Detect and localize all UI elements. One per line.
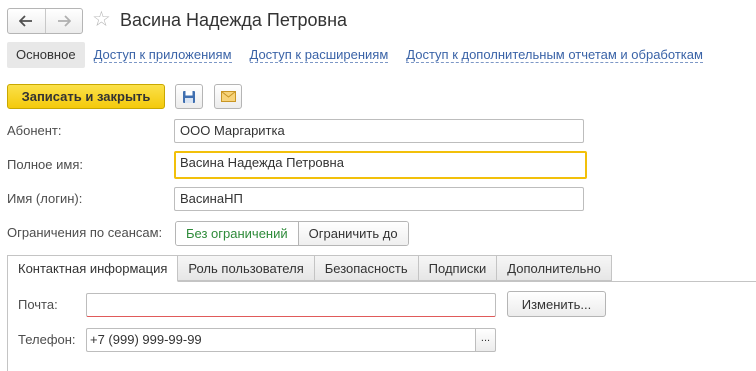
subscriber-label: Абонент: [7, 123, 62, 138]
tab-app-access-label: Доступ к приложениям [93, 47, 232, 63]
full-name-label: Полное имя: [7, 157, 83, 172]
change-email-button[interactable]: Изменить... [507, 291, 606, 317]
email-label: Почта: [18, 297, 58, 312]
back-button[interactable] [8, 9, 45, 33]
favorite-star-icon[interactable]: ☆ [92, 8, 111, 32]
user-card-window: ☆ Васина Надежда Петровна Основное Досту… [0, 0, 756, 371]
email-field[interactable] [86, 293, 496, 317]
tab-app-access[interactable]: Доступ к приложениям [85, 42, 241, 68]
limit-until-option[interactable]: Ограничить до [297, 222, 408, 245]
section-links: Основное Доступ к приложениям Доступ к р… [7, 42, 712, 68]
tab-additional[interactable]: Дополнительно [497, 255, 612, 281]
tab-user-role[interactable]: Роль пользователя [178, 255, 315, 281]
sessions-label: Ограничения по сеансам: [7, 225, 163, 240]
tab-main[interactable]: Основное [7, 42, 85, 68]
floppy-disk-icon [183, 90, 195, 103]
phone-label: Телефон: [18, 332, 76, 347]
tab-reports-access-label: Доступ к дополнительным отчетам и обрабо… [406, 47, 703, 63]
arrow-right-icon [57, 15, 71, 27]
navigation-buttons [7, 8, 83, 34]
envelope-icon [220, 91, 236, 102]
arrow-left-icon [19, 15, 33, 27]
phone-field[interactable]: +7 (999) 999-99-99 [86, 328, 475, 352]
save-button[interactable] [175, 84, 203, 109]
sessions-limit-toggle: Без ограничений Ограничить до [175, 221, 409, 246]
page-title: Васина Надежда Петровна [120, 10, 348, 30]
tab-extension-access[interactable]: Доступ к расширениям [241, 42, 398, 68]
send-email-button[interactable] [214, 84, 242, 109]
tab-extension-access-label: Доступ к расширениям [249, 47, 389, 63]
no-limit-option[interactable]: Без ограничений [176, 222, 298, 245]
tab-subscriptions[interactable]: Подписки [418, 255, 498, 281]
tab-main-label: Основное [16, 47, 76, 62]
tab-security[interactable]: Безопасность [314, 255, 419, 281]
detail-tabs: Контактная информация Роль пользователя … [7, 255, 612, 282]
phone-select-button[interactable]: ... [475, 328, 496, 352]
tab-reports-access[interactable]: Доступ к дополнительным отчетам и обрабо… [397, 42, 712, 68]
full-name-field[interactable]: Васина Надежда Петровна [174, 151, 587, 179]
tab-contact-info[interactable]: Контактная информация [7, 255, 179, 282]
subscriber-field[interactable]: ООО Маргаритка [174, 119, 584, 143]
login-field[interactable]: ВасинаНП [174, 187, 584, 211]
save-and-close-button[interactable]: Записать и закрыть [7, 84, 165, 109]
forward-button[interactable] [44, 9, 83, 33]
login-label: Имя (логин): [7, 191, 83, 206]
